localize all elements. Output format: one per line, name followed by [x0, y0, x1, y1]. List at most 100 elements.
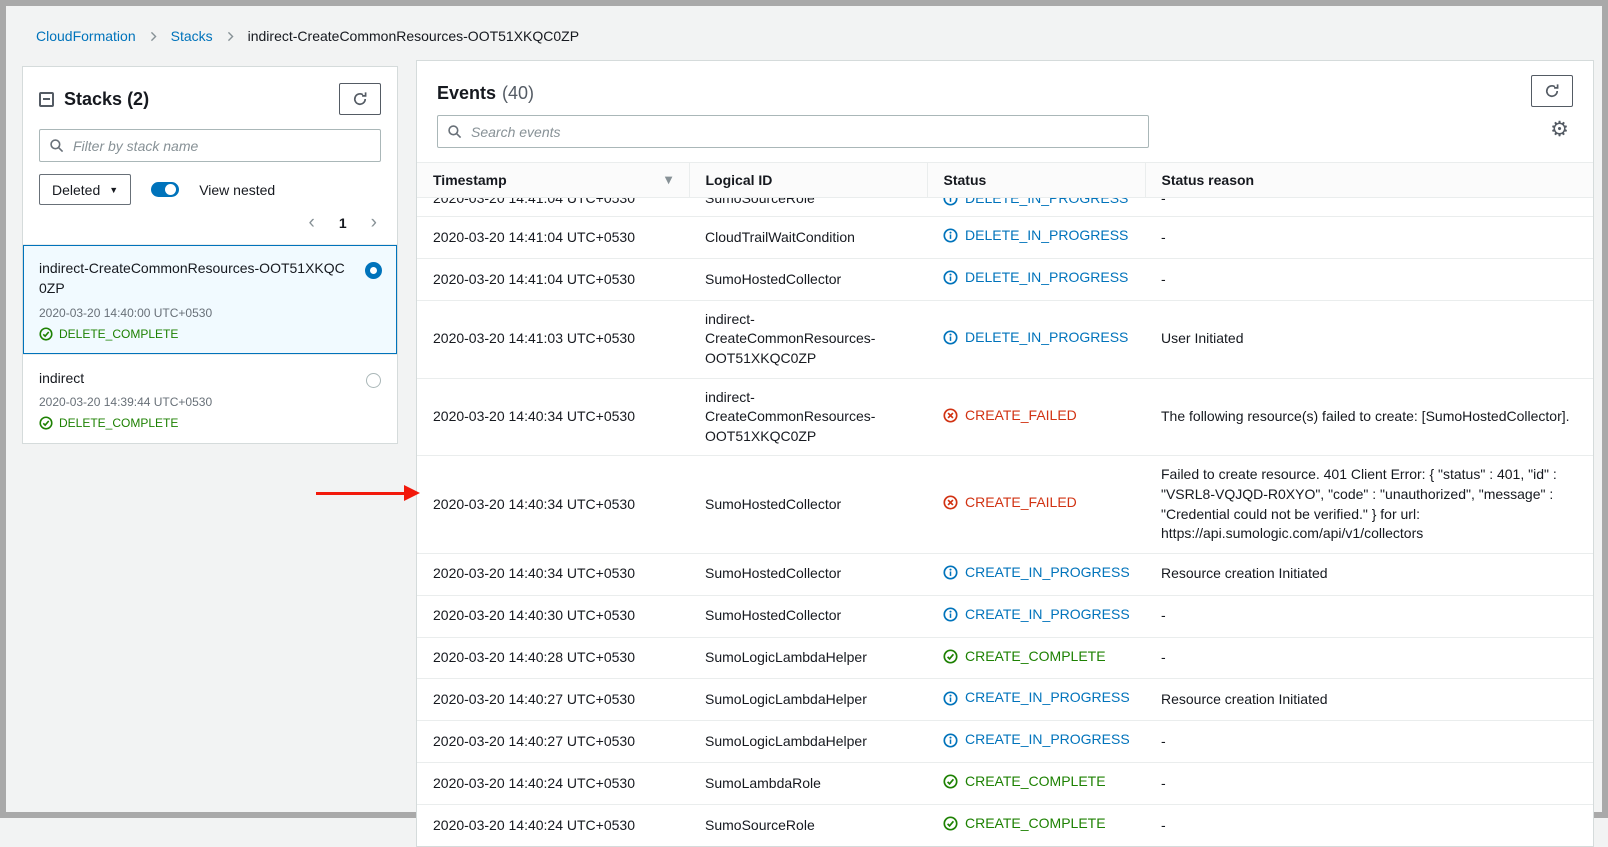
stack-name: indirect-CreateCommonResources-OOT51XKQC…: [39, 258, 351, 299]
events-panel: Events(40) ⚙: [416, 60, 1594, 847]
stacks-sidebar-panel: Stacks (2) Deleted ▼ View n: [22, 66, 398, 444]
event-status-reason-cell: Resource creation Initiated: [1145, 553, 1593, 595]
event-logical-id-cell: SumoLambdaRole: [689, 763, 927, 805]
event-status-reason-cell: User Initiated: [1145, 300, 1593, 378]
event-timestamp-cell: 2020-03-20 14:41:04 UTC+0530: [417, 198, 689, 217]
status-info-icon: [943, 607, 958, 622]
events-refresh-button[interactable]: [1531, 75, 1573, 107]
status-success-icon: [39, 416, 53, 430]
event-timestamp-cell: 2020-03-20 14:41:04 UTC+0530: [417, 258, 689, 300]
stack-status-badge: DELETE_COMPLETE: [39, 327, 351, 341]
event-status-badge: CREATE_COMPLETE: [943, 647, 1106, 667]
event-timestamp-cell: 2020-03-20 14:40:28 UTC+0530: [417, 637, 689, 679]
event-status-cell: CREATE_COMPLETE: [927, 637, 1145, 679]
status-info-icon: [943, 228, 958, 243]
current-page-number: 1: [339, 215, 347, 231]
column-header-logical-id[interactable]: Logical ID: [689, 163, 927, 198]
column-header-timestamp[interactable]: Timestamp ▼: [417, 163, 689, 198]
breadcrumb-link-stacks[interactable]: Stacks: [171, 28, 213, 44]
event-row: 2020-03-20 14:40:27 UTC+0530SumoLogicLam…: [417, 721, 1593, 763]
status-info-icon: [943, 691, 958, 706]
status-error-icon: [943, 495, 958, 510]
next-page-button[interactable]: ›: [371, 213, 377, 232]
status-success-icon: [943, 649, 958, 664]
stack-radio-button[interactable]: [366, 373, 381, 388]
events-table-body: 2020-03-20 14:41:04 UTC+0530SumoSourceRo…: [417, 198, 1593, 846]
status-info-icon: [943, 565, 958, 580]
event-row: 2020-03-20 14:40:30 UTC+0530SumoHostedCo…: [417, 595, 1593, 637]
previous-page-button[interactable]: ‹: [309, 213, 315, 232]
stack-list-item[interactable]: indirect2020-03-20 14:39:44 UTC+0530DELE…: [23, 354, 397, 443]
event-status-cell: DELETE_IN_PROGRESS: [927, 258, 1145, 300]
breadcrumb-separator-icon: [225, 31, 236, 42]
stacks-count: (2): [127, 89, 149, 109]
sort-desc-icon[interactable]: ▼: [665, 175, 673, 186]
event-row: 2020-03-20 14:40:24 UTC+0530SumoSourceRo…: [417, 805, 1593, 846]
event-logical-id-cell: SumoSourceRole: [689, 198, 927, 217]
event-logical-id-cell: indirect-CreateCommonResources-OOT51XKQC…: [689, 300, 927, 378]
event-status-reason-cell: Resource creation Initiated: [1145, 679, 1593, 721]
column-header-status-reason[interactable]: Status reason: [1145, 163, 1593, 198]
stack-list: indirect-CreateCommonResources-OOT51XKQC…: [23, 244, 397, 443]
collapse-panel-icon[interactable]: [39, 92, 54, 107]
status-info-icon: [943, 330, 958, 345]
cloudformation-console-page: { "breadcrumb": { "items": ["CloudFormat…: [0, 0, 1608, 818]
stack-timestamp: 2020-03-20 14:40:00 UTC+0530: [39, 306, 351, 320]
event-row: 2020-03-20 14:41:04 UTC+0530CloudTrailWa…: [417, 217, 1593, 259]
event-row: 2020-03-20 14:40:34 UTC+0530SumoHostedCo…: [417, 553, 1593, 595]
event-status-cell: DELETE_IN_PROGRESS: [927, 217, 1145, 259]
event-status-cell: CREATE_IN_PROGRESS: [927, 679, 1145, 721]
gear-icon[interactable]: ⚙: [1550, 119, 1569, 140]
events-title-text: Events: [437, 83, 496, 103]
column-header-status[interactable]: Status: [927, 163, 1145, 198]
event-timestamp-cell: 2020-03-20 14:40:27 UTC+0530: [417, 679, 689, 721]
event-timestamp-cell: 2020-03-20 14:40:24 UTC+0530: [417, 763, 689, 805]
stacks-refresh-button[interactable]: [339, 83, 381, 115]
event-status-cell: CREATE_FAILED: [927, 378, 1145, 456]
event-status-badge: CREATE_IN_PROGRESS: [943, 605, 1130, 625]
event-timestamp-cell: 2020-03-20 14:40:27 UTC+0530: [417, 721, 689, 763]
event-timestamp-cell: 2020-03-20 14:40:24 UTC+0530: [417, 805, 689, 846]
event-status-reason-cell: -: [1145, 217, 1593, 259]
status-success-icon: [943, 816, 958, 831]
event-status-reason-cell: The following resource(s) failed to crea…: [1145, 378, 1593, 456]
event-status-badge: CREATE_FAILED: [943, 493, 1077, 513]
breadcrumb-current-stack: indirect-CreateCommonResources-OOT51XKQC…: [248, 28, 579, 44]
status-error-icon: [943, 408, 958, 423]
stack-status-filter-dropdown[interactable]: Deleted ▼: [39, 174, 131, 205]
event-logical-id-cell: SumoHostedCollector: [689, 456, 927, 553]
event-status-reason-cell: -: [1145, 595, 1593, 637]
annotation-arrow-head: [404, 485, 420, 501]
events-table-header-row: Timestamp ▼ Logical ID Status Status rea…: [417, 163, 1593, 198]
event-status-badge: CREATE_IN_PROGRESS: [943, 563, 1130, 583]
event-status-badge: DELETE_IN_PROGRESS: [943, 328, 1128, 348]
event-row: 2020-03-20 14:40:34 UTC+0530indirect-Cre…: [417, 378, 1593, 456]
event-timestamp-cell: 2020-03-20 14:41:03 UTC+0530: [417, 300, 689, 378]
event-status-cell: DELETE_IN_PROGRESS: [927, 198, 1145, 217]
event-timestamp-cell: 2020-03-20 14:40:34 UTC+0530: [417, 378, 689, 456]
event-timestamp-cell: 2020-03-20 14:40:34 UTC+0530: [417, 553, 689, 595]
stacks-title-text: Stacks: [64, 89, 122, 109]
stack-list-item[interactable]: indirect-CreateCommonResources-OOT51XKQC…: [23, 245, 397, 354]
event-logical-id-cell: CloudTrailWaitCondition: [689, 217, 927, 259]
events-search-input[interactable]: [437, 115, 1149, 148]
event-status-reason-cell: Failed to create resource. 401 Client Er…: [1145, 456, 1593, 553]
event-row: 2020-03-20 14:41:03 UTC+0530indirect-Cre…: [417, 300, 1593, 378]
view-nested-toggle[interactable]: [151, 182, 179, 197]
event-status-reason-cell: -: [1145, 805, 1593, 846]
event-status-reason-cell: -: [1145, 198, 1593, 217]
stack-filter-input[interactable]: [39, 129, 381, 162]
event-logical-id-cell: SumoSourceRole: [689, 805, 927, 846]
annotation-arrow-shaft: [316, 492, 404, 495]
annotation-arrow: [316, 485, 420, 501]
breadcrumb-link-cloudformation[interactable]: CloudFormation: [36, 28, 136, 44]
event-status-badge: DELETE_IN_PROGRESS: [943, 268, 1128, 288]
search-icon: [49, 138, 64, 153]
events-panel-title: Events(40): [437, 75, 534, 104]
chevron-down-icon: ▼: [109, 185, 118, 195]
event-logical-id-cell: SumoLogicLambdaHelper: [689, 721, 927, 763]
event-status-cell: DELETE_IN_PROGRESS: [927, 300, 1145, 378]
stack-radio-button[interactable]: [365, 262, 382, 279]
event-status-badge: CREATE_IN_PROGRESS: [943, 688, 1130, 708]
stack-status-badge: DELETE_COMPLETE: [39, 416, 351, 430]
